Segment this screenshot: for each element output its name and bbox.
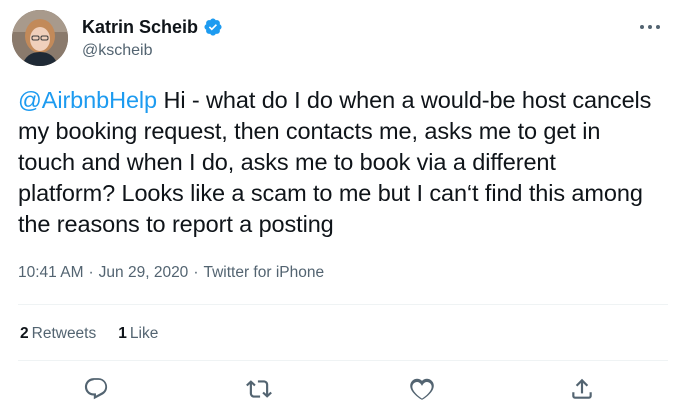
divider [18, 360, 668, 361]
heart-icon[interactable] [409, 376, 437, 404]
retweets-stat[interactable]: 2 Retweets [20, 325, 96, 343]
avatar[interactable] [12, 10, 68, 66]
mention-link[interactable]: @AirbnbHelp [18, 87, 157, 113]
more-options-icon[interactable] [638, 16, 662, 36]
share-icon[interactable] [569, 376, 597, 404]
retweets-label: Retweets [31, 325, 97, 342]
likes-count: 1 [118, 325, 127, 342]
likes-stat[interactable]: 1 Like [118, 325, 158, 343]
retweets-count: 2 [20, 325, 29, 342]
tweet-header: Katrin Scheib @kscheib [12, 10, 668, 70]
tweet-metadata: 10:41 AM · Jun 29, 2020 · Twitter for iP… [18, 264, 324, 282]
divider [18, 304, 668, 305]
reply-icon[interactable] [83, 376, 111, 404]
likes-label: Like [129, 325, 159, 342]
tweet-card: Katrin Scheib @kscheib @AirbnbHelp Hi - … [0, 0, 680, 417]
meta-separator: · [193, 264, 199, 281]
author-name[interactable]: Katrin Scheib [82, 17, 198, 38]
action-bar [0, 372, 680, 408]
retweet-icon[interactable] [246, 376, 274, 404]
tweet-text: @AirbnbHelp Hi - what do I do when a wou… [18, 85, 658, 240]
tweet-source[interactable]: Twitter for iPhone [203, 264, 324, 282]
tweet-time[interactable]: 10:41 AM [18, 264, 84, 282]
meta-separator: · [88, 264, 94, 281]
tweet-stats: 2 Retweets 1 Like [20, 325, 180, 343]
author-info: Katrin Scheib @kscheib [82, 16, 223, 60]
verified-badge-icon [203, 17, 223, 37]
author-handle[interactable]: @kscheib [82, 42, 223, 60]
tweet-date[interactable]: Jun 29, 2020 [99, 264, 189, 282]
